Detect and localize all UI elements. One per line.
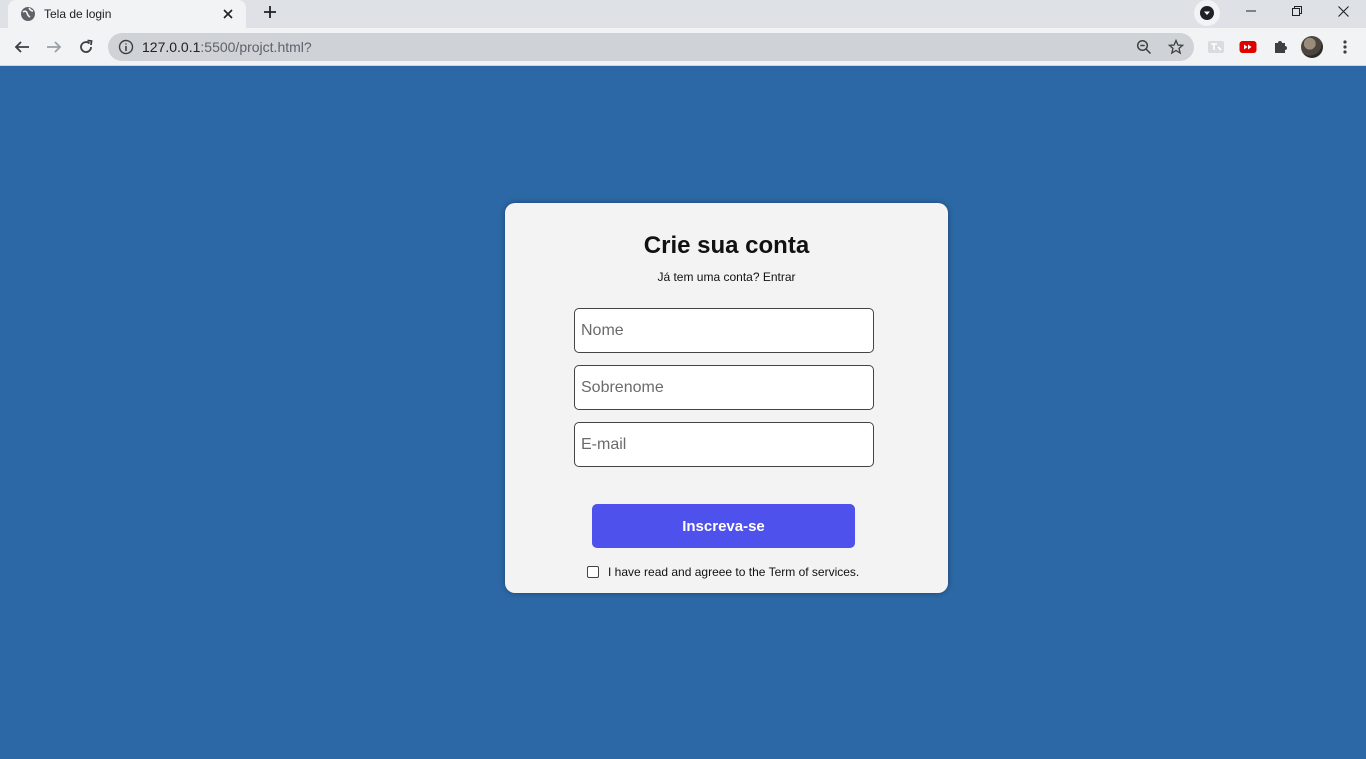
minimize-button[interactable] [1228, 0, 1274, 22]
tab-search-button[interactable] [1194, 0, 1220, 26]
forward-button[interactable] [40, 33, 68, 61]
globe-icon [20, 6, 36, 22]
close-icon [1337, 5, 1349, 17]
email-input[interactable] [574, 422, 874, 467]
signup-button[interactable]: Inscreva-se [592, 504, 855, 548]
reload-icon [80, 39, 93, 53]
plus-icon [264, 6, 276, 18]
browser-tab[interactable]: Tela de login [8, 0, 246, 28]
url-host: 127.0.0.1 [142, 39, 201, 55]
forward-arrow-icon [47, 41, 62, 53]
back-button[interactable] [8, 33, 36, 61]
minimize-icon [1246, 10, 1256, 12]
signup-card: Crie sua conta Já tem uma conta? Entrar … [505, 203, 948, 593]
star-icon[interactable] [1164, 37, 1188, 57]
terms-label: I have read and agreee to the Term of se… [608, 565, 860, 579]
login-prompt[interactable]: Já tem uma conta? Entrar [505, 270, 948, 284]
terms-checkbox[interactable] [587, 566, 599, 578]
restore-icon [1292, 6, 1302, 16]
kebab-menu-icon[interactable] [1334, 37, 1356, 57]
translate-icon[interactable] [1205, 37, 1227, 57]
restore-button[interactable] [1274, 0, 1320, 22]
tab-strip: Tela de login [0, 0, 1366, 28]
new-tab-button[interactable] [256, 0, 284, 24]
close-icon[interactable] [220, 6, 236, 22]
back-arrow-icon [14, 41, 29, 53]
window-close-button[interactable] [1320, 0, 1366, 22]
first-name-input[interactable] [574, 308, 874, 353]
reload-button[interactable] [72, 33, 100, 61]
last-name-input[interactable] [574, 365, 874, 410]
youtube-icon[interactable] [1237, 37, 1259, 57]
url-path: :5500/projct.html? [200, 39, 312, 55]
terms-row: I have read and agreee to the Term of se… [587, 565, 859, 579]
browser-toolbar: 127.0.0.1:5500/projct.html? [0, 28, 1366, 66]
address-bar[interactable]: 127.0.0.1:5500/projct.html? [108, 33, 1194, 61]
url-text: 127.0.0.1:5500/projct.html? [142, 39, 312, 55]
avatar[interactable] [1301, 36, 1323, 58]
puzzle-icon[interactable] [1269, 37, 1291, 57]
chevron-down-icon [1200, 6, 1214, 20]
page-title: Crie sua conta [643, 232, 810, 259]
tab-title: Tela de login [44, 7, 112, 21]
info-icon[interactable] [118, 39, 134, 55]
zoom-icon[interactable] [1132, 37, 1156, 57]
